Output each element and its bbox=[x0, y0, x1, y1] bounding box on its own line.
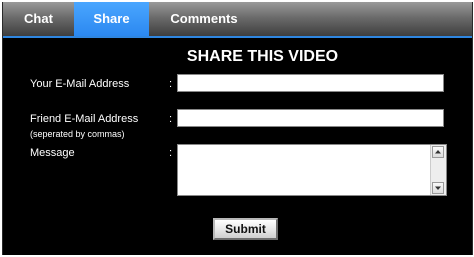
tab-bar: Chat Share Comments bbox=[3, 2, 472, 38]
message-scrollbar[interactable] bbox=[430, 145, 446, 195]
tab-chat[interactable]: Chat bbox=[3, 2, 74, 36]
scroll-down-arrow-icon[interactable] bbox=[432, 182, 444, 194]
your-email-label: Your E-Mail Address bbox=[30, 78, 130, 90]
your-email-separator: : bbox=[169, 78, 173, 90]
friend-email-field[interactable] bbox=[177, 109, 444, 127]
friend-email-separator: : bbox=[169, 113, 173, 125]
page-title: SHARE THIS VIDEO bbox=[186, 48, 339, 65]
friend-email-hint: (seperated by commas) bbox=[30, 129, 125, 139]
message-field-container bbox=[177, 144, 447, 196]
tab-comments[interactable]: Comments bbox=[149, 2, 259, 36]
message-field[interactable] bbox=[178, 145, 430, 195]
message-separator: : bbox=[169, 147, 173, 159]
scroll-up-arrow-icon[interactable] bbox=[432, 146, 444, 158]
share-panel: Chat Share Comments SHARE THIS VIDEO You… bbox=[2, 2, 473, 255]
submit-button[interactable]: Submit bbox=[213, 218, 278, 240]
tab-share[interactable]: Share bbox=[74, 2, 149, 36]
your-email-field[interactable] bbox=[177, 74, 444, 92]
friend-email-label: Friend E-Mail Address bbox=[30, 113, 139, 125]
message-label: Message bbox=[30, 147, 75, 159]
